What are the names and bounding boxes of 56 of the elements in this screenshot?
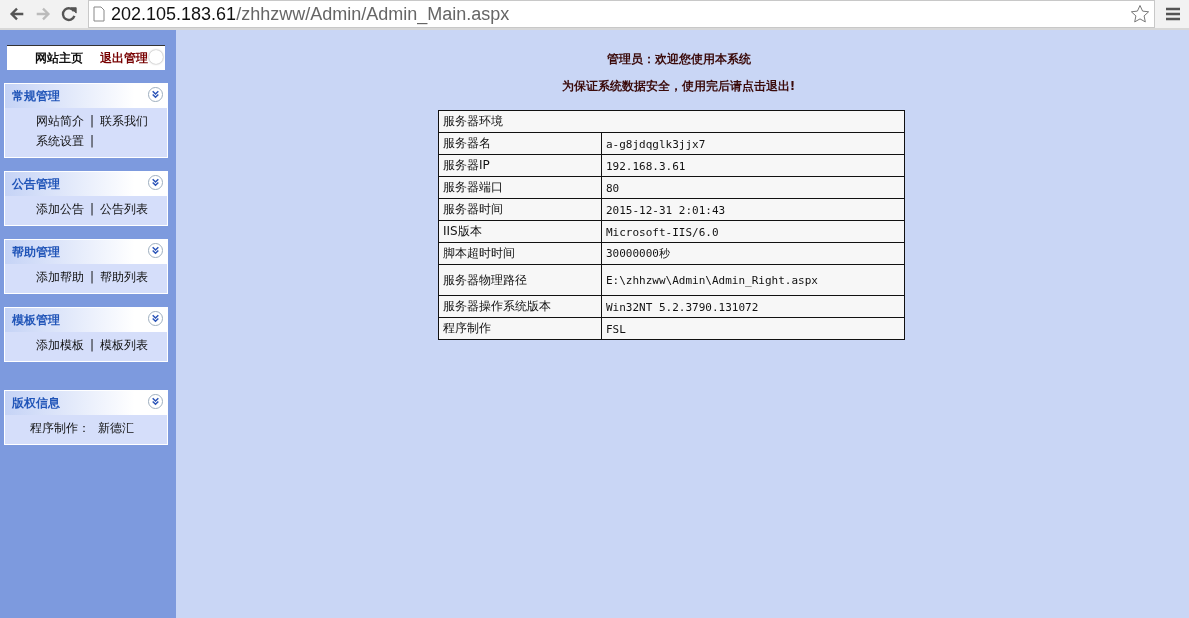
url-text: 202.105.183.61/zhhzww/Admin/Admin_Main.aspx <box>111 3 511 25</box>
table-cell: 2015-12-31 2:01:43 <box>606 203 726 217</box>
table-heading: 服务器环境 <box>438 110 905 133</box>
menu-link[interactable]: 添加帮助 <box>36 268 84 286</box>
page-icon <box>93 6 105 22</box>
info-text: 程序制作： <box>30 419 90 437</box>
menu-link[interactable]: 帮助列表 <box>100 268 149 286</box>
panel-title: 版权信息 <box>12 394 60 412</box>
table-cell: 服务器时间 <box>438 198 602 221</box>
table-cell: 脚本超时时间 <box>438 242 602 265</box>
nav-link[interactable]: 退出管理 <box>100 49 148 67</box>
back-arrow-icon[interactable] <box>8 5 26 23</box>
separator-text: | <box>90 338 95 352</box>
panel-title: 帮助管理 <box>12 243 60 261</box>
collapse-chevron-icon[interactable] <box>148 310 163 326</box>
table-cell: 192.168.3.61 <box>606 159 686 173</box>
menu-link[interactable]: 系统设置 <box>36 132 84 150</box>
nav-link[interactable]: 网站主页 <box>35 49 83 67</box>
menu-link[interactable]: 联系我们 <box>100 112 149 130</box>
welcome-text: 管理员：欢迎您使用本系统 <box>606 51 751 68</box>
panel-title: 公告管理 <box>12 175 60 193</box>
separator-text: | <box>90 270 95 284</box>
info-text: 新德汇 <box>98 419 134 437</box>
table-cell: 服务器物理路径 <box>438 264 602 296</box>
panel-title: 模板管理 <box>12 311 60 329</box>
table-cell: 服务器操作系统版本 <box>438 295 602 318</box>
star-icon[interactable] <box>1130 4 1150 24</box>
table-cell: 服务器名 <box>438 132 602 155</box>
menu-link[interactable]: 添加公告 <box>36 200 84 218</box>
separator-text: | <box>90 114 95 128</box>
table-cell: 80 <box>606 181 620 195</box>
table-cell: Microsoft-IIS/6.0 <box>606 225 719 239</box>
table-cell: a-g8jdqglk3jjx7 <box>606 137 706 151</box>
welcome-text: 为保证系统数据安全，使用完后请点击退出! <box>561 78 796 95</box>
menu-link[interactable]: 公告列表 <box>100 200 149 218</box>
separator-text: | <box>90 134 95 148</box>
address-bar[interactable]: 202.105.183.61/zhhzww/Admin/Admin_Main.aspx <box>88 0 1155 28</box>
table-cell: E:\zhhzww\Admin\Admin_Right.aspx <box>606 274 818 287</box>
collapse-chevron-icon[interactable] <box>148 393 163 409</box>
menu-link[interactable]: 模板列表 <box>100 336 149 354</box>
collapse-chevron-icon[interactable] <box>148 86 163 102</box>
table-cell: 程序制作 <box>438 317 602 340</box>
menu-link[interactable]: 添加模板 <box>36 336 84 354</box>
menu-link[interactable]: 网站简介 <box>36 112 84 130</box>
separator-text: | <box>90 202 95 216</box>
collapse-chevron-icon[interactable] <box>148 242 163 258</box>
table-cell: 服务器端口 <box>438 176 602 199</box>
table-cell: IIS版本 <box>438 220 602 243</box>
table-cell: 服务器IP <box>438 154 602 177</box>
reload-icon[interactable] <box>60 5 78 23</box>
table-cell: Win32NT 5.2.3790.131072 <box>606 300 759 314</box>
menu-icon[interactable] <box>1165 7 1181 21</box>
collapse-chevron-icon[interactable] <box>148 174 163 190</box>
panel-title: 常规管理 <box>12 87 60 105</box>
table-cell: 30000000秒 <box>606 247 670 260</box>
table-cell: FSL <box>606 322 626 336</box>
